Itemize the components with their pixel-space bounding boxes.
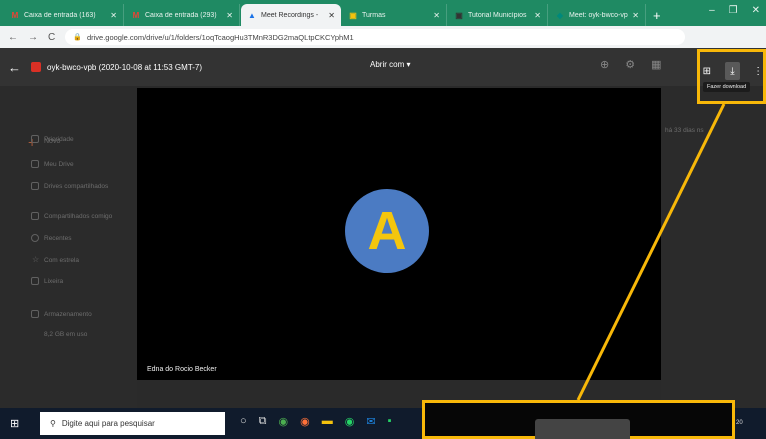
screenshot-root: M Caixa de entrada (163) ✕ M Caixa de en… bbox=[0, 0, 766, 439]
file-explorer-icon[interactable]: ▬ bbox=[322, 415, 333, 428]
zoom-box-inner bbox=[535, 419, 630, 439]
search-icon: ⚲ bbox=[50, 419, 56, 428]
task-view-icon[interactable]: ⧉ bbox=[259, 415, 267, 428]
chrome-icon[interactable]: ◉ bbox=[279, 415, 289, 428]
mail-icon[interactable]: ✉ bbox=[366, 415, 375, 428]
taskbar-search[interactable]: ⚲ Digite aqui para pesquisar bbox=[40, 412, 225, 435]
tray-clock: 20 bbox=[736, 420, 743, 426]
app-icon[interactable]: ▪ bbox=[388, 415, 392, 428]
cortana-icon[interactable]: ○ bbox=[240, 415, 247, 428]
whatsapp-icon[interactable]: ◉ bbox=[345, 415, 355, 428]
annotation-connector bbox=[576, 103, 726, 401]
taskbar-apps: ○ ⧉ ◉ ◉ ▬ ◉ ✉ ▪ bbox=[240, 415, 391, 428]
windows-start-icon[interactable]: ⊞ bbox=[10, 417, 19, 430]
firefox-icon[interactable]: ◉ bbox=[300, 415, 310, 428]
connector-line bbox=[576, 103, 726, 401]
annotation-zoom-box bbox=[422, 400, 735, 439]
search-placeholder: Digite aqui para pesquisar bbox=[61, 419, 155, 428]
